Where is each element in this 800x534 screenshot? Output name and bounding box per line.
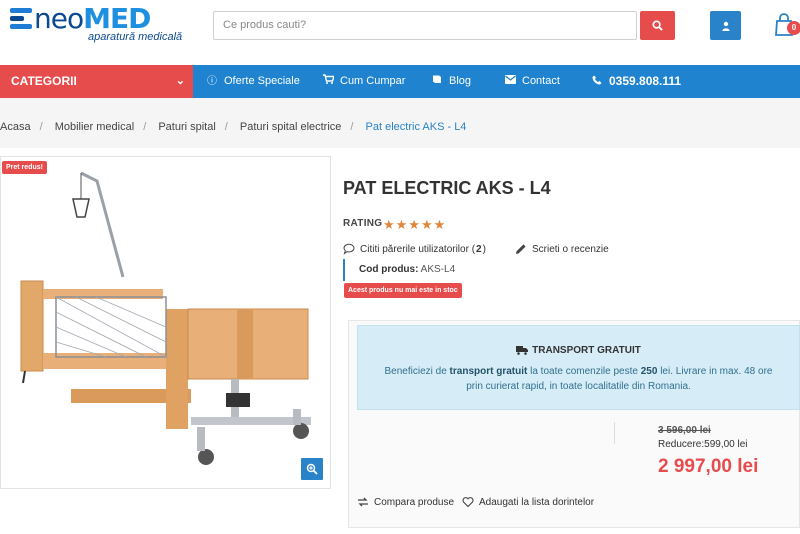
- nav-item-contact[interactable]: Contact: [503, 65, 560, 98]
- categories-dropdown[interactable]: CATEGORII ⌄: [0, 65, 193, 98]
- account-button[interactable]: [710, 11, 741, 40]
- comment-icon: [343, 243, 355, 255]
- logo-tagline: aparatură medicală: [88, 31, 183, 43]
- breadcrumb: Acasa / Mobilier medical / Paturi spital / …: [0, 98, 466, 148]
- cart-count-badge: 0: [787, 21, 800, 35]
- breadcrumb-item[interactable]: Mobilier medical: [55, 121, 134, 133]
- user-icon: [721, 21, 730, 31]
- shipping-info: TRANSPORT GRATUIT Beneficiezi de transpo…: [357, 325, 800, 410]
- compare-button[interactable]: Compara produse: [357, 496, 454, 508]
- nav-item-label: Blog: [449, 75, 472, 87]
- envelope-icon: [503, 65, 517, 98]
- chevron-down-icon: ⌄: [175, 75, 185, 87]
- nav-item-phone[interactable]: 0359.808.111: [590, 65, 681, 98]
- search-button[interactable]: [640, 11, 675, 40]
- product-code: Cod produs: AKS-L4: [343, 259, 455, 281]
- shipping-text-part: Beneficiezi de: [384, 366, 450, 377]
- zoom-button[interactable]: [301, 458, 323, 480]
- search-input[interactable]: Ce produs cauti?: [213, 11, 637, 40]
- shipping-title: TRANSPORT GRATUIT: [358, 345, 799, 356]
- main-nav: CATEGORII ⌄ ⓘ Oferte Speciale Cum Cumpar …: [0, 65, 800, 98]
- truck-icon: [516, 346, 529, 355]
- nav-item-oferte-speciale[interactable]: ⓘ Oferte Speciale: [205, 65, 300, 98]
- old-price: 3 596,00 lei: [658, 425, 711, 436]
- breadcrumb-separator: /: [143, 121, 147, 133]
- breadcrumb-separator: /: [350, 121, 354, 133]
- discount-amount: Reducere:599,00 lei: [658, 439, 748, 450]
- shipping-text: Beneficiezi de transport gratuit la toat…: [358, 364, 799, 394]
- shipping-text-bold: 250: [640, 366, 658, 377]
- product-code-value: AKS-L4: [420, 264, 456, 275]
- logo-neo: neo: [34, 2, 84, 35]
- zoom-in-icon: [306, 463, 318, 475]
- nav-item-label: Cum Cumpar: [340, 75, 406, 87]
- stock-status-badge: Acest produs nu mai este in stoc: [344, 283, 462, 298]
- nav-item-label: 0359.808.111: [609, 74, 682, 88]
- compare-label: Compara produse: [374, 496, 455, 508]
- logo-mark-icon: [10, 8, 32, 32]
- phone-icon: [590, 66, 604, 99]
- breadcrumb-separator: /: [224, 121, 228, 133]
- read-reviews-link[interactable]: Cititi părerile utilizatorilor (2): [343, 243, 486, 255]
- site-header: neoMED aparatură medicală Ce produs caut…: [0, 0, 800, 65]
- breadcrumb-separator: /: [39, 121, 43, 133]
- product-image: [20, 171, 311, 465]
- site-logo[interactable]: neoMED aparatură medicală: [10, 2, 185, 44]
- nav-item-blog[interactable]: Blog: [430, 65, 471, 98]
- current-price: 2 997,00 lei: [658, 456, 759, 477]
- rating-stars: ★★★★★: [383, 217, 447, 232]
- shipping-text-bold: transport gratuit: [449, 366, 528, 377]
- shipping-title-text: TRANSPORT GRATUIT: [532, 345, 641, 356]
- search-icon: [652, 20, 663, 31]
- heart-icon: [462, 497, 474, 508]
- nav-item-cum-cumpar[interactable]: Cum Cumpar: [321, 65, 405, 98]
- reviews-count: 2: [476, 243, 482, 255]
- categories-label: CATEGORII: [11, 74, 77, 88]
- product-code-label: Cod produs:: [359, 264, 419, 275]
- breadcrumb-current: Pat electric AKS - L4: [365, 121, 467, 133]
- product-image-frame[interactable]: [0, 156, 331, 489]
- sale-badge: Pret redus!: [2, 161, 47, 174]
- wishlist-button[interactable]: Adaugati la lista dorintelor: [462, 496, 594, 508]
- product-title: PAT ELECTRIC AKS - L4: [343, 178, 551, 198]
- pencil-icon: [516, 244, 526, 254]
- rating-label: RATING: [343, 218, 383, 229]
- wishlist-label: Adaugati la lista dorintelor: [479, 496, 595, 508]
- shipping-text-part: la toate comenzile peste: [527, 366, 641, 377]
- cart-icon: [321, 65, 335, 98]
- nav-item-label: Oferte Speciale: [224, 75, 300, 87]
- breadcrumb-bar: Acasa / Mobilier medical / Paturi spital / …: [0, 98, 800, 148]
- breadcrumb-item[interactable]: Paturi spital electrice: [240, 121, 342, 133]
- compare-icon: [358, 497, 368, 507]
- nav-item-label: Contact: [522, 75, 560, 87]
- write-review-link[interactable]: Scrieti o recenzie: [515, 243, 609, 255]
- write-review-label: Scrieti o recenzie: [532, 243, 609, 255]
- book-icon: [430, 65, 444, 98]
- reviews-close: ): [482, 243, 486, 255]
- breadcrumb-item[interactable]: Paturi spital: [158, 121, 215, 133]
- info-icon: ⓘ: [207, 76, 217, 87]
- price-divider: [614, 422, 615, 444]
- cart-button[interactable]: 0: [774, 13, 800, 41]
- breadcrumb-item[interactable]: Acasa: [0, 121, 31, 133]
- reviews-text: Cititi părerile utilizatorilor (: [360, 243, 476, 255]
